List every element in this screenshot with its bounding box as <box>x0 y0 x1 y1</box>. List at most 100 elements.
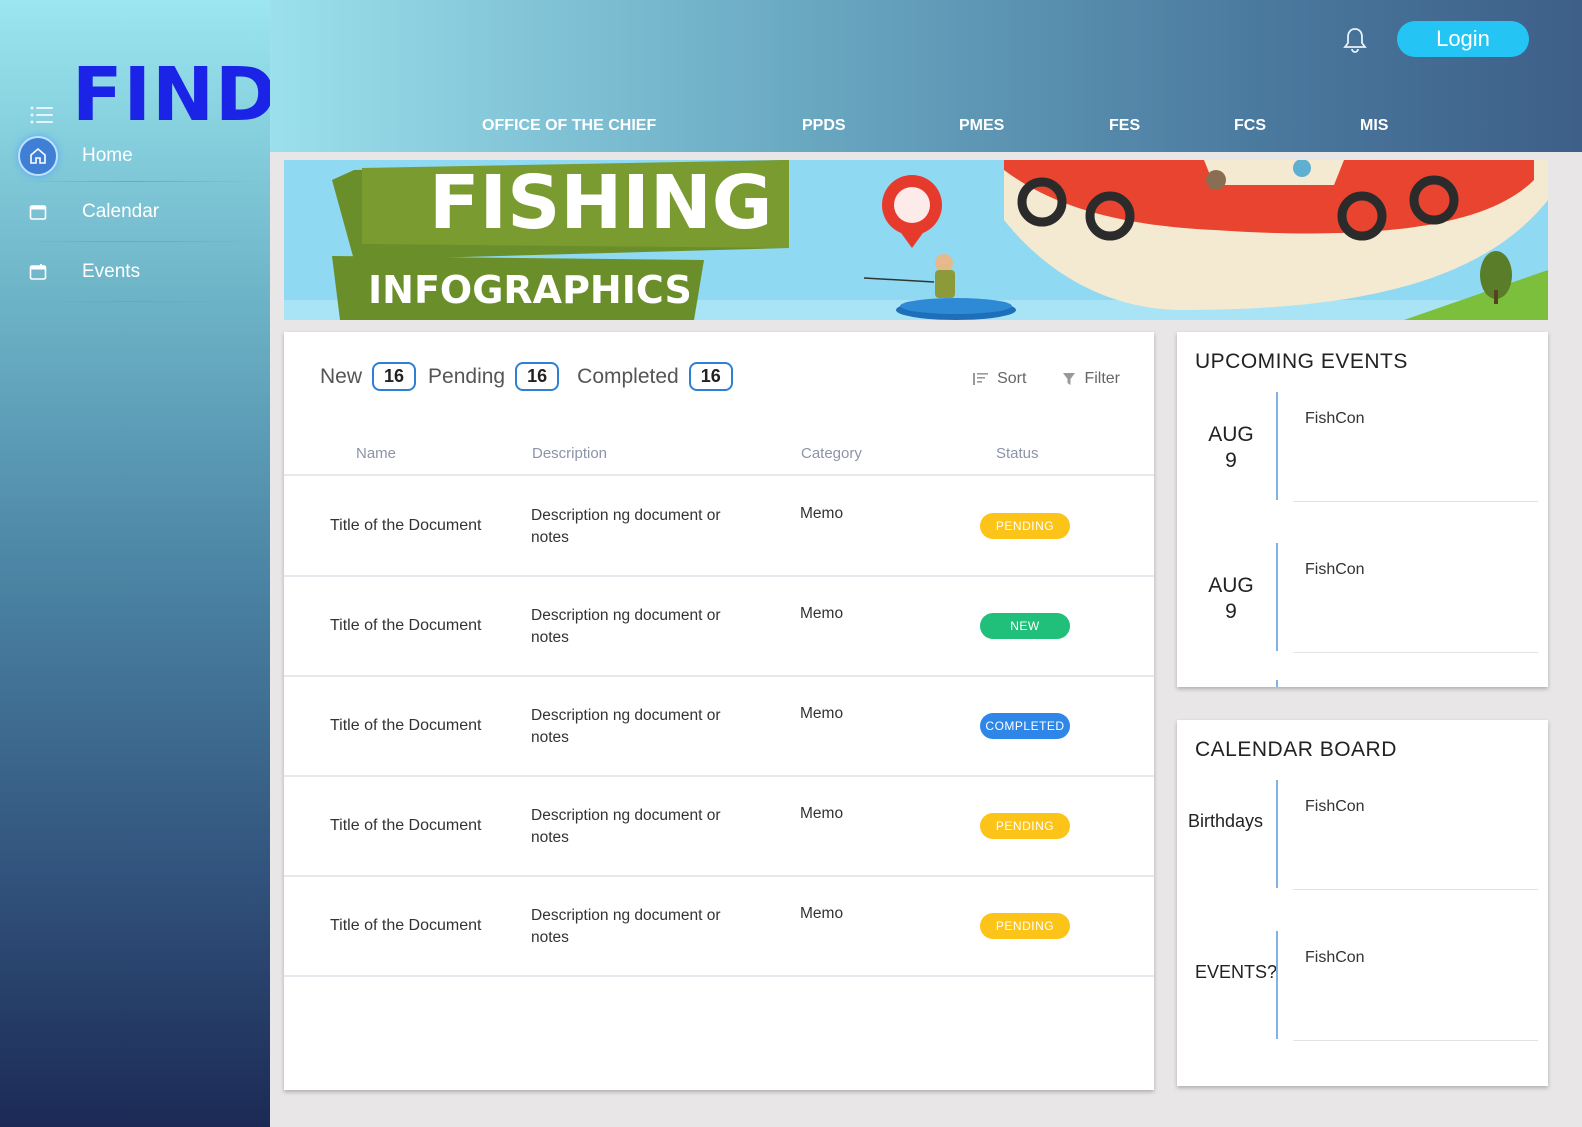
filter-label: Filter <box>1084 370 1120 387</box>
table-header: Name Description Category Status <box>284 442 1154 476</box>
documents-panel: New 16 Pending 16 Completed 16 Sort Filt… <box>284 332 1154 1090</box>
table-tools: Sort Filter <box>937 370 1120 388</box>
status-badge: PENDING <box>980 813 1070 839</box>
status-badge: NEW <box>980 613 1070 639</box>
sort-icon <box>973 373 989 385</box>
sort-button[interactable]: Sort <box>973 370 1026 388</box>
document-category: Memo <box>800 905 844 922</box>
column-header-description[interactable]: Description <box>532 445 607 462</box>
sidebar-item-home[interactable]: Home <box>18 130 263 182</box>
document-description: Description ng document or notes <box>531 807 721 846</box>
sidebar-item-label: Home <box>82 145 133 166</box>
menu-icon[interactable] <box>30 105 54 125</box>
count-label-pending[interactable]: Pending <box>428 365 505 389</box>
table-row[interactable]: Title of the Document Description ng doc… <box>284 577 1154 677</box>
header: Login OFFICE OF THE CHIEF PPDS PMES FES … <box>270 0 1582 152</box>
divider <box>1293 889 1538 890</box>
table-row[interactable]: Title of the Document Description ng doc… <box>284 877 1154 977</box>
event-day: 9 <box>1225 449 1237 472</box>
count-label-new[interactable]: New <box>320 365 362 389</box>
divider <box>1276 780 1278 888</box>
event-month: AUG <box>1208 574 1254 597</box>
status-badge: PENDING <box>980 513 1070 539</box>
document-description: Description ng document or notes <box>531 607 721 646</box>
sidebar-item-calendar[interactable]: Calendar <box>18 182 263 242</box>
nav-link-ppds[interactable]: PPDS <box>802 117 846 135</box>
app-logo: FIND <box>72 52 278 138</box>
divider <box>1276 931 1278 1039</box>
calendar-board-title: CALENDAR BOARD <box>1195 738 1397 761</box>
table-row[interactable]: Title of the Document Description ng doc… <box>284 677 1154 777</box>
sidebar-item-label: Events <box>82 261 141 282</box>
home-icon <box>18 136 58 176</box>
column-header-category[interactable]: Category <box>801 445 862 462</box>
nav-link-fes[interactable]: FES <box>1109 117 1140 135</box>
top-nav: OFFICE OF THE CHIEF PPDS PMES FES FCS MI… <box>270 117 1582 137</box>
calendar-icon <box>18 192 58 232</box>
calendar-entry-label: EVENTS? <box>1195 962 1278 982</box>
divider <box>1293 501 1538 502</box>
count-label-completed[interactable]: Completed <box>577 365 679 389</box>
table-row[interactable]: Title of the Document Description ng doc… <box>284 777 1154 877</box>
sidebar-item-label: Calendar <box>82 201 160 222</box>
divider <box>1293 652 1538 653</box>
status-counts: New 16 Pending 16 Completed 16 <box>320 362 745 391</box>
document-category: Memo <box>800 605 844 622</box>
nav-link-office-of-the-chief[interactable]: OFFICE OF THE CHIEF <box>482 117 656 135</box>
column-header-status[interactable]: Status <box>996 445 1039 462</box>
divider <box>1293 1040 1538 1041</box>
document-description: Description ng document or notes <box>531 707 721 746</box>
document-category: Memo <box>800 705 844 722</box>
upcoming-events-title: UPCOMING EVENTS <box>1195 350 1408 373</box>
event-day: 9 <box>1225 600 1237 623</box>
divider <box>1276 680 1278 687</box>
document-description: Description ng document or notes <box>531 507 721 546</box>
calendar-entry-title: FishCon <box>1305 798 1365 815</box>
upcoming-events-card: UPCOMING EVENTS AUG 9 FishCon AUG 9 Fish… <box>1177 332 1548 687</box>
nav-link-mis[interactable]: MIS <box>1360 117 1388 135</box>
event-month: AUG <box>1208 423 1254 446</box>
divider <box>1276 543 1278 651</box>
filter-button[interactable]: Filter <box>1062 370 1120 388</box>
calendar-entry[interactable]: Birthdays FishCon <box>1177 780 1548 890</box>
table-row[interactable]: Title of the Document Description ng doc… <box>284 477 1154 577</box>
sidebar-nav: Home Calendar Events <box>18 130 263 302</box>
fishing-banner: FISHING INFOGRAPHICS <box>284 160 1548 320</box>
count-badge-pending[interactable]: 16 <box>515 362 560 391</box>
calendar-entry[interactable]: EVENTS? FishCon <box>1177 931 1548 1041</box>
calendar-entry-title: FishCon <box>1305 949 1365 966</box>
login-button[interactable]: Login <box>1397 21 1529 57</box>
calendar-entry-label: Birthdays <box>1188 811 1264 831</box>
event-title: FishCon <box>1305 410 1365 427</box>
count-badge-new[interactable]: 16 <box>372 362 417 391</box>
document-category: Memo <box>800 505 844 522</box>
banner-subtitle: INFOGRAPHICS <box>368 268 692 312</box>
logo-row: FIND <box>30 52 277 138</box>
document-name: Title of the Document <box>330 717 482 734</box>
document-description: Description ng document or notes <box>531 907 721 946</box>
column-header-name[interactable]: Name <box>356 445 396 462</box>
event-item[interactable]: AUG 9 FishCon <box>1177 392 1548 502</box>
filter-icon <box>1063 373 1076 385</box>
event-item[interactable]: AUG 9 FishCon <box>1177 543 1548 653</box>
sort-label: Sort <box>997 370 1027 387</box>
document-name: Title of the Document <box>330 517 482 534</box>
nav-link-fcs[interactable]: FCS <box>1234 117 1266 135</box>
nav-link-pmes[interactable]: PMES <box>959 117 1004 135</box>
banner-illustration: FISHING INFOGRAPHICS <box>284 160 1548 320</box>
bell-icon[interactable] <box>1342 26 1368 54</box>
document-name: Title of the Document <box>330 617 482 634</box>
count-badge-completed[interactable]: 16 <box>688 362 733 391</box>
sidebar-item-events[interactable]: Events <box>18 242 263 302</box>
event-date: AUG 9 <box>1177 573 1285 625</box>
divider <box>1276 392 1278 500</box>
document-name: Title of the Document <box>330 917 482 934</box>
document-category: Memo <box>800 805 844 822</box>
status-badge: COMPLETED <box>980 713 1070 739</box>
event-title: FishCon <box>1305 561 1365 578</box>
calendar-board-card: CALENDAR BOARD Birthdays FishCon EVENTS?… <box>1177 720 1548 1086</box>
calendar-icon <box>18 252 58 292</box>
event-date: AUG 9 <box>1177 422 1285 474</box>
document-name: Title of the Document <box>330 817 482 834</box>
banner-title: FISHING <box>429 160 773 246</box>
